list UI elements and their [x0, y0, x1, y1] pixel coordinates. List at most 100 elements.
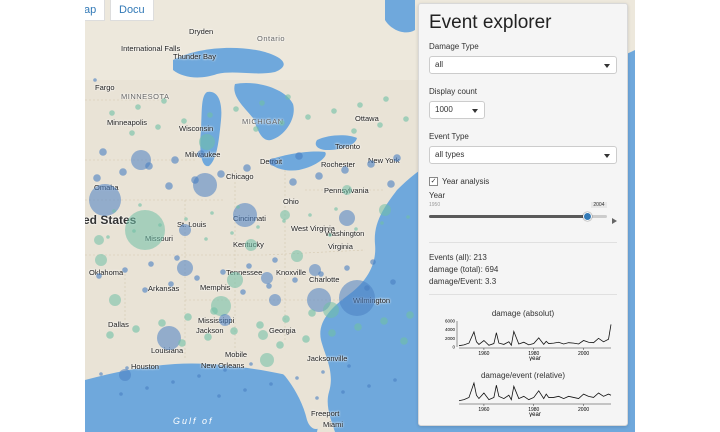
event-circle[interactable] — [393, 154, 401, 162]
event-circle[interactable] — [236, 205, 240, 209]
event-circle[interactable] — [272, 257, 278, 263]
event-circle[interactable] — [279, 120, 285, 126]
event-circle[interactable] — [249, 362, 253, 366]
event-circle[interactable] — [207, 112, 213, 118]
event-circle[interactable] — [341, 390, 345, 394]
slider-track[interactable] — [429, 212, 607, 221]
event-circle[interactable] — [197, 374, 201, 378]
event-circle[interactable] — [354, 323, 362, 331]
event-circle[interactable] — [132, 229, 136, 233]
event-circle[interactable] — [155, 124, 161, 130]
event-circle[interactable] — [106, 235, 110, 239]
event-circle[interactable] — [145, 162, 153, 170]
event-circle[interactable] — [197, 150, 205, 158]
event-circle[interactable] — [308, 309, 316, 317]
event-circle[interactable] — [210, 307, 218, 315]
event-circle[interactable] — [96, 273, 102, 279]
event-circle[interactable] — [204, 333, 212, 341]
event-circle[interactable] — [230, 231, 234, 235]
event-circle[interactable] — [282, 219, 286, 223]
event-circle[interactable] — [148, 261, 154, 267]
event-circle[interactable] — [367, 384, 371, 388]
event-circle[interactable] — [132, 325, 140, 333]
event-circle[interactable] — [308, 213, 312, 217]
event-circle[interactable] — [315, 172, 323, 180]
event-circle[interactable] — [400, 337, 408, 345]
slider-handle[interactable] — [582, 212, 592, 221]
event-circle[interactable] — [171, 380, 175, 384]
event-circle[interactable] — [380, 317, 388, 325]
event-circle[interactable] — [357, 102, 363, 108]
event-circle[interactable] — [367, 160, 375, 168]
event-circle[interactable] — [142, 287, 148, 293]
event-circle[interactable] — [184, 217, 188, 221]
event-circle[interactable] — [94, 235, 104, 245]
event-circle[interactable] — [99, 372, 103, 376]
event-circle[interactable] — [99, 148, 107, 156]
event-circle[interactable] — [109, 294, 121, 306]
event-circle[interactable] — [168, 281, 174, 287]
event-circle[interactable] — [253, 126, 259, 132]
event-circle[interactable] — [93, 78, 97, 82]
event-circle[interactable] — [230, 327, 238, 335]
event-circle[interactable] — [318, 271, 324, 277]
event-circle[interactable] — [269, 382, 273, 386]
event-circle[interactable] — [334, 207, 338, 211]
event-circle[interactable] — [347, 364, 351, 368]
event-circle[interactable] — [341, 166, 349, 174]
play-icon[interactable] — [612, 218, 617, 224]
event-circle[interactable] — [305, 114, 311, 120]
event-circle[interactable] — [125, 366, 129, 370]
event-circle[interactable] — [158, 223, 162, 227]
event-circle[interactable] — [339, 210, 355, 226]
event-circle[interactable] — [129, 130, 135, 136]
event-circle[interactable] — [240, 289, 246, 295]
event-circle[interactable] — [161, 98, 167, 104]
damage-type-select[interactable]: all — [429, 56, 617, 74]
event-circle[interactable] — [269, 158, 277, 166]
event-circle[interactable] — [233, 106, 239, 112]
event-circle[interactable] — [280, 210, 290, 220]
event-circle[interactable] — [119, 392, 123, 396]
event-circle[interactable] — [145, 386, 149, 390]
event-circle[interactable] — [93, 174, 101, 182]
event-circle[interactable] — [165, 182, 173, 190]
event-circle[interactable] — [351, 128, 357, 134]
event-circle[interactable] — [406, 311, 414, 319]
event-circle[interactable] — [331, 108, 337, 114]
event-circle[interactable] — [112, 209, 116, 213]
event-circle[interactable] — [135, 104, 141, 110]
event-circle[interactable] — [177, 260, 193, 276]
event-circle[interactable] — [260, 353, 274, 367]
event-circle[interactable] — [370, 259, 376, 265]
event-circle[interactable] — [259, 100, 265, 106]
event-circle[interactable] — [227, 272, 243, 288]
event-circle[interactable] — [344, 265, 350, 271]
event-circle[interactable] — [276, 341, 284, 349]
event-circle[interactable] — [181, 118, 187, 124]
event-circle[interactable] — [158, 319, 166, 327]
event-circle[interactable] — [184, 313, 192, 321]
event-circle[interactable] — [199, 134, 215, 150]
event-circle[interactable] — [321, 370, 325, 374]
event-circle[interactable] — [387, 180, 395, 188]
event-circle[interactable] — [256, 321, 264, 329]
event-circle[interactable] — [328, 329, 336, 337]
event-circle[interactable] — [390, 279, 396, 285]
event-circle[interactable] — [210, 211, 214, 215]
event-circle[interactable] — [258, 330, 268, 340]
event-circle[interactable] — [220, 269, 226, 275]
event-circle[interactable] — [223, 368, 227, 372]
event-circle[interactable] — [119, 168, 127, 176]
event-circle[interactable] — [204, 237, 208, 241]
year-analysis-checkbox[interactable]: ✓ Year analysis — [429, 177, 617, 186]
event-circle[interactable] — [269, 294, 281, 306]
event-circle[interactable] — [380, 221, 384, 225]
event-circle[interactable] — [282, 315, 290, 323]
event-circle[interactable] — [266, 283, 272, 289]
event-circle[interactable] — [328, 233, 332, 237]
event-circle[interactable] — [261, 272, 273, 284]
event-circle[interactable] — [285, 94, 291, 100]
event-circle[interactable] — [178, 339, 186, 347]
event-circle[interactable] — [191, 176, 199, 184]
